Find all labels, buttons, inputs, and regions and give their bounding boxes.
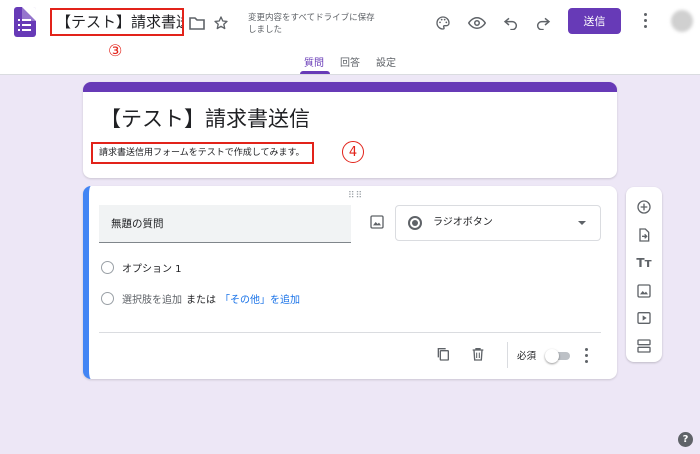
footer-divider	[99, 332, 601, 333]
star-icon[interactable]	[212, 14, 230, 32]
image-icon[interactable]	[635, 282, 653, 300]
required-label: 必須	[517, 351, 537, 362]
help-icon[interactable]: ?	[678, 432, 693, 447]
add-image-icon[interactable]	[369, 214, 387, 232]
form-heading[interactable]: 【テスト】請求書送信	[100, 103, 310, 133]
import-questions-icon[interactable]	[635, 226, 653, 244]
callout-number-4: 4	[342, 141, 364, 163]
footer-vertical-divider	[507, 342, 508, 368]
folder-icon[interactable]	[188, 14, 206, 32]
drag-handle-icon[interactable]: ⠿⠿	[348, 191, 363, 201]
side-toolbar: Tт	[626, 187, 662, 362]
title-text-icon[interactable]: Tт	[635, 254, 653, 272]
more-options-icon[interactable]	[584, 347, 590, 363]
add-other-link[interactable]: 「その他」を追加	[220, 291, 300, 306]
add-circle-icon[interactable]	[635, 198, 653, 216]
send-button[interactable]: 送信	[568, 8, 621, 34]
tab-responses[interactable]: 回答	[340, 54, 360, 69]
question-type-select[interactable]: ラジオボタン	[395, 205, 601, 241]
active-tab-indicator	[300, 71, 330, 74]
palette-icon[interactable]	[434, 14, 452, 32]
option-row[interactable]: オプション 1	[101, 260, 182, 275]
callout-number-3: ③	[108, 41, 123, 60]
top-header: 【テスト】請求書送信 ③ 変更内容をすべてドライブに保存しました 送信 質問 回…	[0, 0, 700, 75]
required-toggle[interactable]	[545, 349, 571, 363]
radio-empty-icon	[101, 261, 114, 274]
forms-app-icon[interactable]	[14, 7, 36, 37]
tab-questions[interactable]: 質問	[304, 54, 324, 69]
tab-settings[interactable]: 設定	[376, 54, 396, 69]
video-icon[interactable]	[635, 309, 653, 327]
redo-icon[interactable]	[534, 14, 552, 32]
undo-icon[interactable]	[502, 14, 520, 32]
more-options-icon[interactable]	[643, 13, 649, 29]
radio-button-icon	[408, 216, 422, 230]
option-label[interactable]: オプション 1	[122, 260, 182, 275]
or-text: または	[186, 295, 216, 306]
preview-eye-icon[interactable]	[468, 14, 486, 32]
form-title-card[interactable]: 【テスト】請求書送信 請求書送信用フォームをテストで作成してみます。	[83, 82, 617, 178]
section-icon[interactable]	[635, 337, 653, 355]
question-card[interactable]: ⠿⠿ 無題の質問 ラジオボタン オプション 1 選択肢を追加 または 「その他」…	[83, 186, 617, 379]
duplicate-icon[interactable]	[435, 346, 453, 364]
form-description-field[interactable]: 請求書送信用フォームをテストで作成してみます。	[91, 142, 314, 164]
form-title-field[interactable]: 【テスト】請求書送信	[50, 8, 184, 36]
delete-icon[interactable]	[470, 346, 488, 364]
save-status-text: 変更内容をすべてドライブに保存しました	[248, 13, 375, 35]
radio-empty-icon	[101, 292, 114, 305]
question-type-label: ラジオボタン	[433, 217, 493, 228]
add-option-link[interactable]: 選択肢を追加	[122, 291, 182, 306]
avatar[interactable]	[671, 10, 693, 32]
question-title-input[interactable]: 無題の質問	[99, 205, 351, 243]
add-option-row: 選択肢を追加 または 「その他」を追加	[101, 291, 300, 306]
chevron-down-icon	[578, 221, 586, 225]
